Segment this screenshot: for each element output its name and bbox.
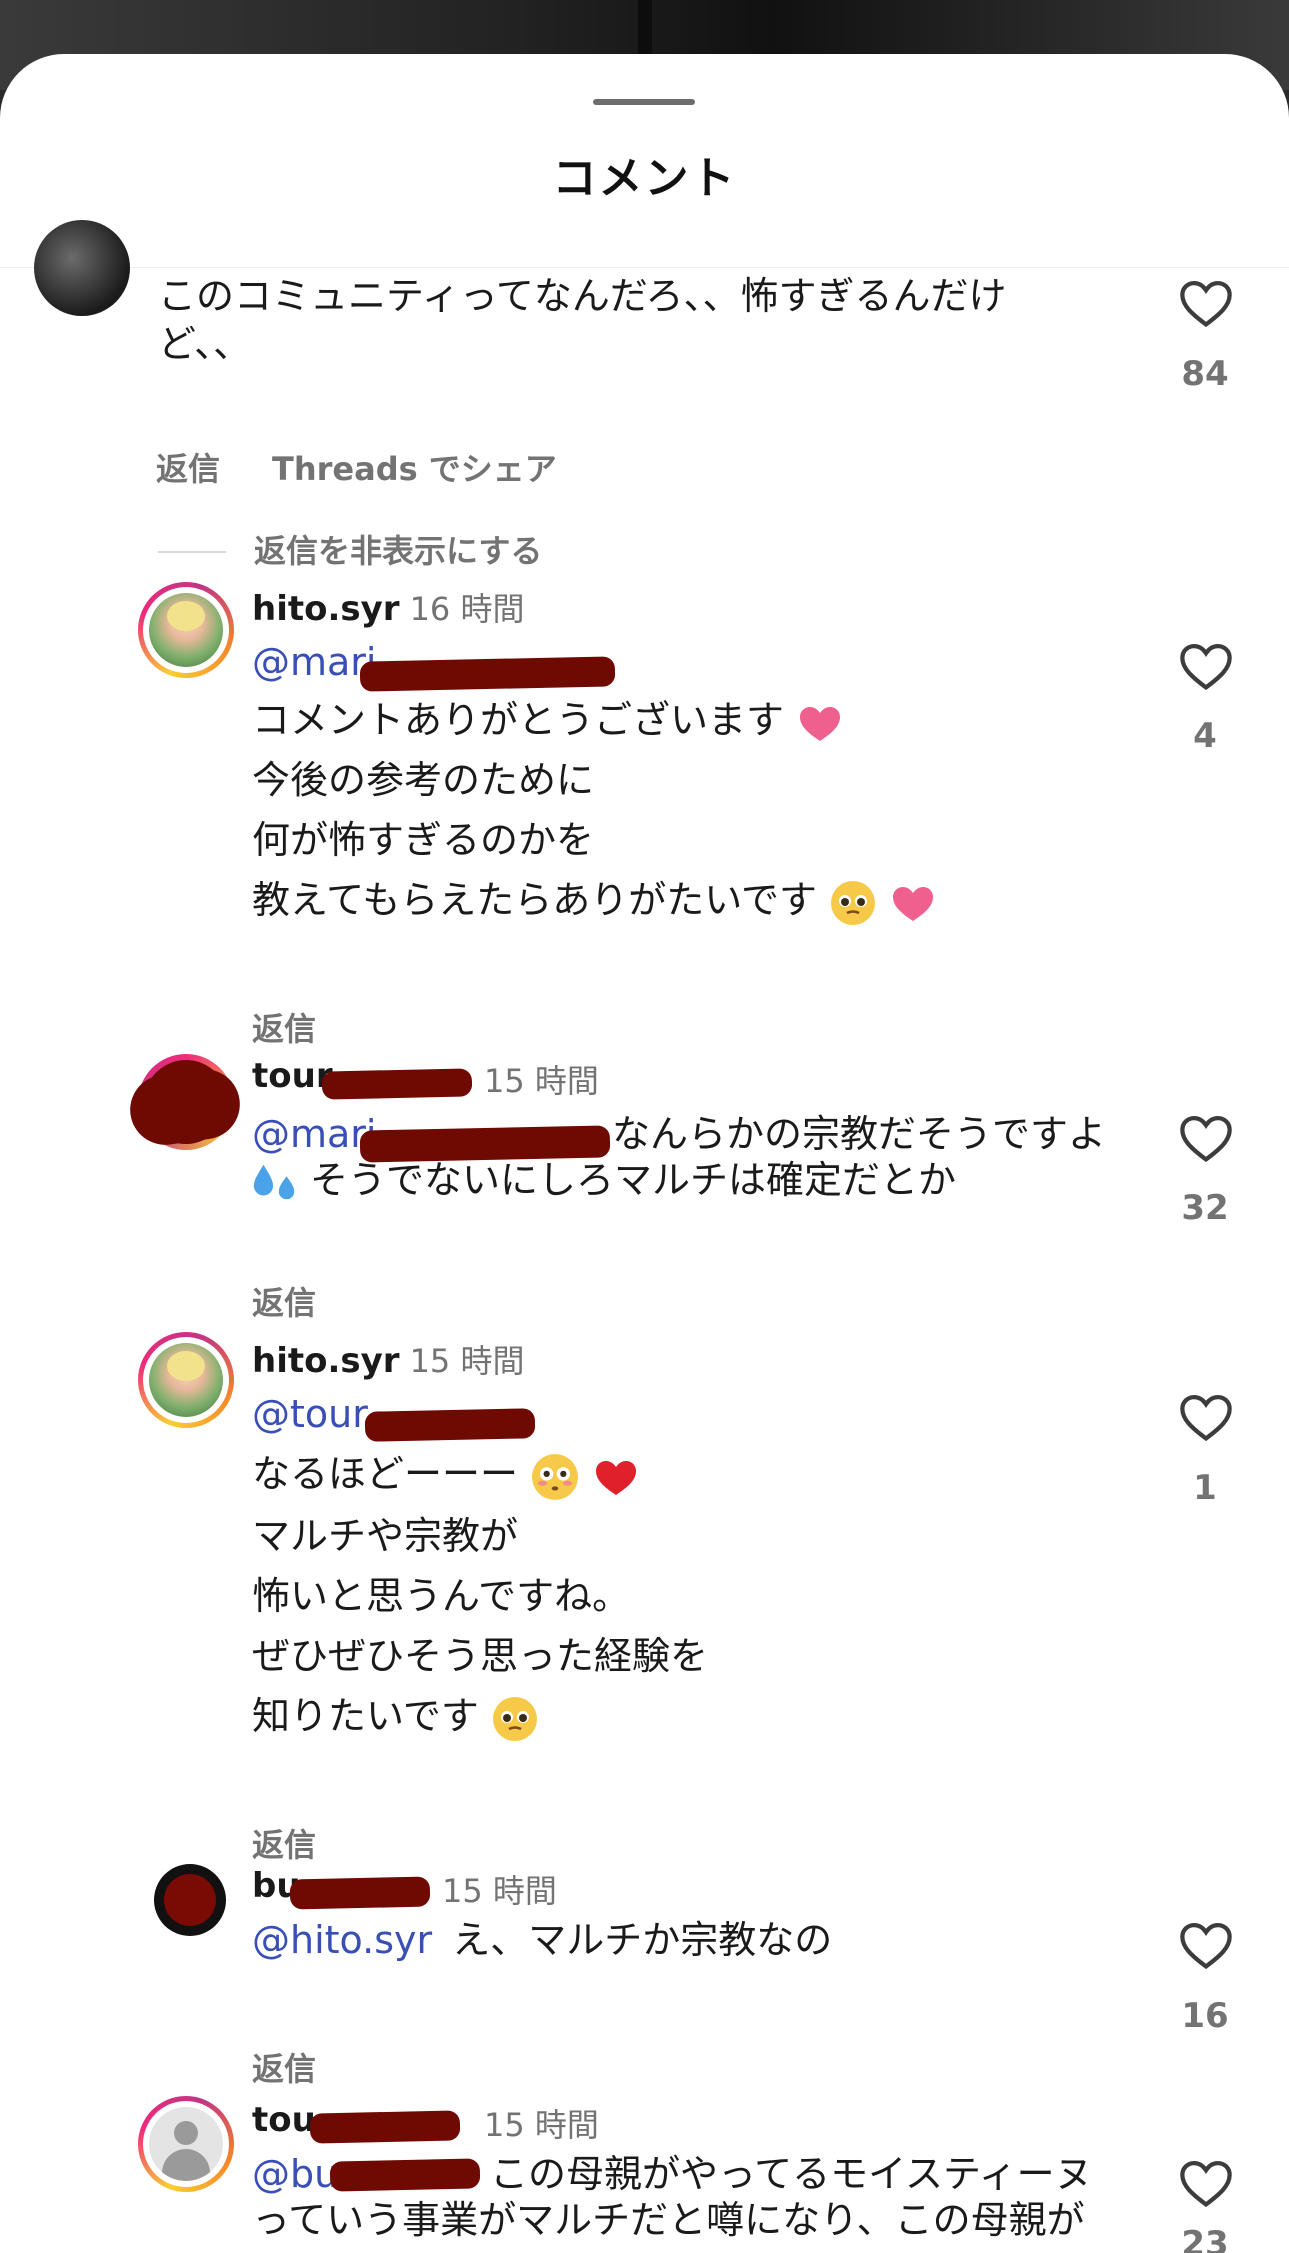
reply-button[interactable]: 返信: [252, 1820, 316, 1866]
avatar[interactable]: [138, 2096, 234, 2192]
person-silhouette-icon: [149, 2107, 223, 2181]
comment-text-line: ど、、: [158, 322, 252, 366]
redaction-mark: [329, 2158, 481, 2192]
like-heart-icon[interactable]: [1176, 1390, 1236, 1442]
avatar[interactable]: [154, 1864, 226, 1936]
timestamp: 15 時間: [442, 1872, 557, 1910]
reply-button[interactable]: 返信: [252, 1278, 316, 1324]
pink-heart-emoji-icon: [800, 706, 841, 741]
comment-text-line: 今後の参考のために: [252, 758, 595, 802]
like-heart-icon[interactable]: [1176, 639, 1236, 691]
comment-text-line: っていう事業がマルチだと噂になり、この母親が: [252, 2198, 1085, 2242]
redaction-mark: [321, 1068, 473, 1100]
pleading-face-emoji-icon: [831, 880, 876, 925]
drag-handle[interactable]: [593, 99, 695, 105]
sweat-droplets-emoji-icon: [253, 1164, 295, 1200]
mention-link[interactable]: @mari: [252, 640, 376, 684]
username[interactable]: tour: [252, 1056, 333, 1096]
like-count: 16: [1181, 1996, 1229, 2036]
comment-text-line: 教えてもらえたらありがたいです: [252, 870, 937, 930]
mention-link[interactable]: @tour: [252, 1392, 368, 1436]
red-heart-emoji-icon: [596, 1460, 637, 1495]
reply-button[interactable]: 返信: [252, 2044, 316, 2090]
like-count: 84: [1181, 354, 1229, 394]
username[interactable]: hito.syr: [252, 589, 400, 629]
comment-text-line: @mari: [252, 632, 376, 692]
comment-text-line: @hito.syr え、マルチか宗教なの: [252, 1918, 833, 1962]
timestamp: 16 時間: [409, 590, 525, 628]
like-count: 32: [1181, 1188, 1229, 1228]
comment-text-line: このコミュニティってなんだろ、、怖すぎるんだけ: [158, 274, 1007, 318]
redaction-mark: [289, 1876, 431, 1910]
comment-text-line: @tour: [252, 1384, 368, 1444]
pleading-face-emoji-icon: [492, 1696, 537, 1741]
comment-text-line: 知りたいです: [252, 1686, 539, 1746]
comment-text-line: マルチや宗教が: [252, 1514, 519, 1558]
sheet-title: コメント: [552, 153, 737, 204]
like-count: 1: [1193, 1468, 1217, 1508]
comment-text-line: 怖いと思うんですね。: [252, 1574, 631, 1618]
hide-replies-button[interactable]: 返信を非表示にする: [254, 526, 542, 572]
redaction-mark: [364, 1408, 536, 1442]
like-heart-icon[interactable]: [1176, 1111, 1236, 1163]
username[interactable]: hito.syr: [252, 1341, 400, 1381]
timestamp: 15 時間: [484, 1062, 599, 1100]
username[interactable]: tou: [252, 2100, 316, 2140]
hide-replies-line: [158, 551, 226, 553]
comment-text-line: なるほどーーー: [252, 1444, 640, 1504]
reply-button[interactable]: 返信: [156, 444, 220, 490]
reply-button[interactable]: 返信: [252, 1004, 316, 1050]
timestamp: 15 時間: [484, 2106, 599, 2144]
redaction-mark: [359, 656, 616, 692]
like-heart-icon[interactable]: [1176, 1918, 1236, 1970]
mention-link[interactable]: @hito.syr: [252, 1918, 432, 1962]
like-heart-icon[interactable]: [1176, 2156, 1236, 2208]
pink-heart-emoji-icon: [893, 886, 934, 921]
timestamp: 15 時間: [409, 1342, 525, 1380]
flushed-face-emoji-icon: [532, 1453, 579, 1500]
avatar[interactable]: [34, 220, 130, 316]
avatar[interactable]: [138, 1332, 234, 1428]
like-heart-icon[interactable]: [1176, 276, 1236, 328]
comment-text-line: ぜひぜひそう思った経験を: [252, 1634, 709, 1678]
avatar[interactable]: [138, 582, 234, 678]
like-count: 4: [1193, 716, 1217, 756]
comments-sheet: コメント このコミュニティってなんだろ、、怖すぎるんだけ ど、、 返信 Thre…: [0, 54, 1289, 2253]
share-to-threads-button[interactable]: Threads でシェア: [272, 444, 557, 490]
redaction-mark: [309, 2110, 461, 2144]
comment-text-line: コメントありがとうございます: [252, 690, 844, 750]
like-count: 23: [1181, 2224, 1229, 2253]
comment-text-line: 何が怖すぎるのかを: [252, 818, 595, 862]
